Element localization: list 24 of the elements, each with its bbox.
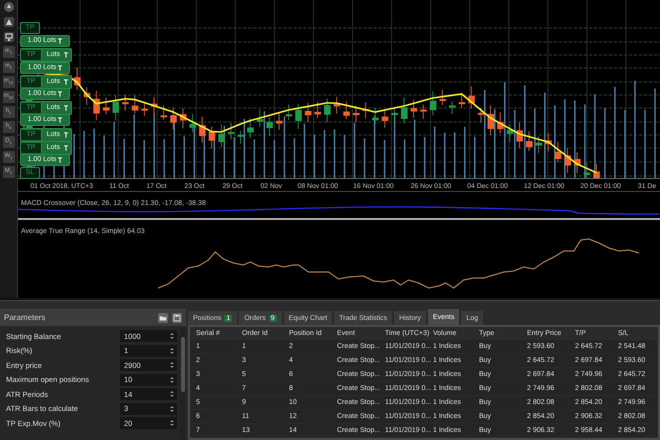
pin-icon bbox=[64, 144, 68, 151]
folder-icon[interactable] bbox=[158, 312, 168, 322]
spinner-icon[interactable] bbox=[170, 376, 174, 384]
spinner-icon[interactable] bbox=[170, 404, 174, 413]
scrollbar[interactable] bbox=[180, 329, 186, 440]
spinner-icon[interactable] bbox=[170, 332, 174, 340]
spinner-icon[interactable] bbox=[170, 419, 174, 428]
pin-icon bbox=[58, 117, 62, 124]
pin-icon bbox=[58, 90, 62, 97]
pin-icon bbox=[64, 78, 68, 85]
pin-icon bbox=[64, 105, 68, 112]
logo-icon[interactable] bbox=[2, 1, 14, 13]
pin-icon bbox=[58, 156, 62, 163]
pin-icon bbox=[58, 64, 62, 71]
spinner-icon[interactable] bbox=[170, 346, 174, 355]
chart-settings-icon[interactable] bbox=[2, 31, 14, 43]
objects-icon[interactable] bbox=[2, 16, 14, 28]
save-icon[interactable] bbox=[172, 312, 182, 322]
spinner-icon[interactable] bbox=[170, 390, 174, 398]
pin-icon bbox=[64, 52, 68, 58]
panel-title: Parameters bbox=[4, 313, 46, 322]
pin-icon bbox=[64, 132, 68, 138]
spinner-icon[interactable] bbox=[170, 361, 174, 370]
pin-icon bbox=[58, 38, 62, 44]
